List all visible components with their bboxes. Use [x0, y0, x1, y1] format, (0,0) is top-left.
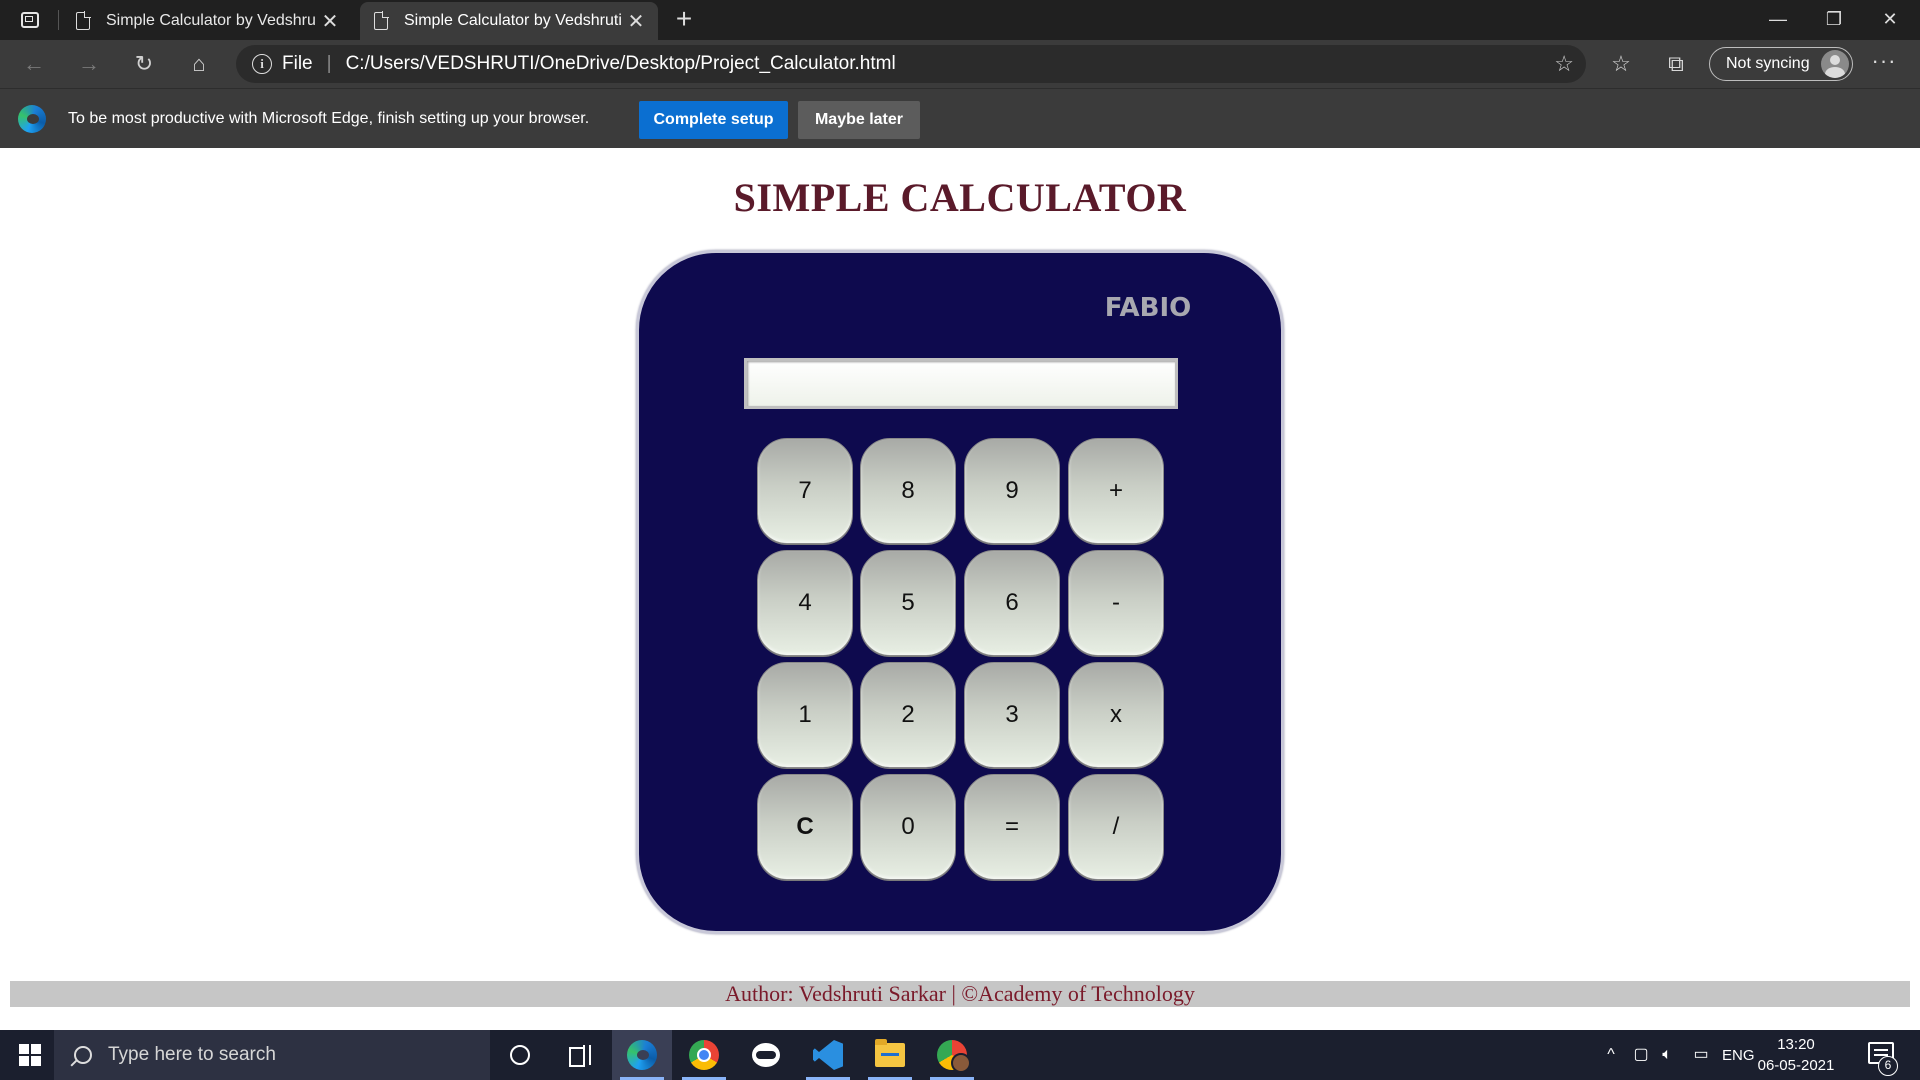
- windows-taskbar: Type here to search ^ ▢ 🔈︎ ▭ ENG 13:20 0…: [0, 1030, 1920, 1080]
- tab-title: Simple Calculator by Vedshruti: [404, 12, 622, 29]
- taskbar-search-input[interactable]: Type here to search: [54, 1030, 490, 1080]
- edge-taskbar-icon[interactable]: [612, 1030, 672, 1080]
- calculator-body: [636, 250, 1284, 934]
- minimize-button[interactable]: —: [1750, 0, 1806, 40]
- search-placeholder: Type here to search: [108, 1044, 276, 1065]
- time: 13:20: [1777, 1036, 1815, 1053]
- url-text[interactable]: C:/Users/VEDSHRUTI/OneDrive/Desktop/Proj…: [346, 53, 896, 75]
- device-icon[interactable]: ▢: [1630, 1044, 1652, 1066]
- key-divide[interactable]: /: [1068, 774, 1164, 880]
- key-8[interactable]: 8: [860, 438, 956, 544]
- page-icon: [374, 11, 389, 30]
- collections-icon[interactable]: ⧉: [1658, 48, 1694, 80]
- battery-icon[interactable]: ▭: [1690, 1044, 1712, 1066]
- key-7[interactable]: 7: [757, 438, 853, 544]
- key-3[interactable]: 3: [964, 662, 1060, 768]
- back-icon[interactable]: ←: [16, 48, 52, 80]
- forward-icon[interactable]: →: [71, 48, 107, 80]
- profile-button[interactable]: Not syncing: [1709, 47, 1853, 81]
- info-icon[interactable]: i: [252, 54, 272, 74]
- clock[interactable]: 13:20 06-05-2021: [1756, 1034, 1836, 1076]
- vscode-taskbar-icon[interactable]: [798, 1030, 858, 1080]
- tab-2-active[interactable]: Simple Calculator by Vedshruti ✕: [360, 2, 658, 40]
- task-view-icon[interactable]: [550, 1030, 610, 1080]
- calculator-brand: FABIO: [1104, 293, 1192, 323]
- new-tab-button[interactable]: +: [666, 2, 702, 38]
- page-footer: Author: Vedshruti Sarkar | ©Academy of T…: [10, 981, 1910, 1007]
- address-bar[interactable]: i File | C:/Users/VEDSHRUTI/OneDrive/Des…: [236, 45, 1586, 83]
- key-0[interactable]: 0: [860, 774, 956, 880]
- address-divider: |: [326, 53, 332, 74]
- key-4[interactable]: 4: [757, 550, 853, 656]
- favorites-icon[interactable]: ☆: [1603, 48, 1639, 80]
- tab-title: Simple Calculator by Vedshruti: [106, 12, 316, 29]
- restore-button[interactable]: ❐: [1806, 0, 1862, 40]
- refresh-icon[interactable]: ↻: [126, 48, 162, 80]
- profile-label: Not syncing: [1726, 55, 1810, 72]
- tab-separator: [58, 10, 59, 30]
- key-6[interactable]: 6: [964, 550, 1060, 656]
- complete-setup-button[interactable]: Complete setup: [639, 101, 788, 139]
- cortana-icon[interactable]: [490, 1030, 550, 1080]
- file-explorer-icon[interactable]: [860, 1030, 920, 1080]
- close-window-button[interactable]: ✕: [1862, 0, 1918, 40]
- key-minus[interactable]: -: [1068, 550, 1164, 656]
- setup-infobar: To be most productive with Microsoft Edg…: [0, 88, 1920, 148]
- tab-1[interactable]: Simple Calculator by Vedshruti ✕: [62, 2, 352, 40]
- app-taskbar-icon[interactable]: [736, 1030, 796, 1080]
- avatar: [1821, 50, 1849, 78]
- language-indicator[interactable]: ENG: [1722, 1030, 1755, 1080]
- page-title: SIMPLE CALCULATOR: [733, 175, 1187, 220]
- key-multiply[interactable]: x: [1068, 662, 1164, 768]
- search-icon: [74, 1046, 92, 1064]
- edge-logo-icon: [18, 104, 46, 133]
- key-2[interactable]: 2: [860, 662, 956, 768]
- chrome-taskbar-icon[interactable]: [674, 1030, 734, 1080]
- page-icon: [76, 11, 91, 30]
- more-icon[interactable]: ···: [1866, 48, 1902, 80]
- notification-count-badge: 6: [1878, 1056, 1898, 1076]
- key-equals[interactable]: =: [964, 774, 1060, 880]
- browser-toolbar: ← → ↻ ⌂ i File | C:/Users/VEDSHRUTI/OneD…: [0, 40, 1920, 88]
- scheme-label: File: [282, 53, 313, 74]
- show-hidden-icons-chevron-icon[interactable]: ^: [1600, 1044, 1622, 1066]
- key-5[interactable]: 5: [860, 550, 956, 656]
- tab-bar: Simple Calculator by Vedshruti ✕ Simple …: [0, 0, 1920, 40]
- calculator-display[interactable]: [744, 358, 1178, 409]
- volume-icon[interactable]: 🔈︎: [1656, 1044, 1678, 1066]
- key-plus[interactable]: +: [1068, 438, 1164, 544]
- windows-start-icon[interactable]: [8, 1035, 52, 1075]
- home-icon[interactable]: ⌂: [181, 48, 217, 80]
- infobar-message: To be most productive with Microsoft Edg…: [68, 109, 590, 127]
- tab-close-icon[interactable]: ✕: [316, 9, 344, 34]
- tab-actions-icon[interactable]: [14, 8, 46, 32]
- chrome-profile-taskbar-icon[interactable]: [922, 1030, 982, 1080]
- key-clear[interactable]: C: [757, 774, 853, 880]
- tab-close-icon[interactable]: ✕: [622, 9, 650, 34]
- date: 06-05-2021: [1757, 1057, 1835, 1074]
- add-favorite-icon[interactable]: ☆: [1554, 51, 1574, 77]
- maybe-later-button[interactable]: Maybe later: [798, 101, 920, 139]
- key-1[interactable]: 1: [757, 662, 853, 768]
- key-9[interactable]: 9: [964, 438, 1060, 544]
